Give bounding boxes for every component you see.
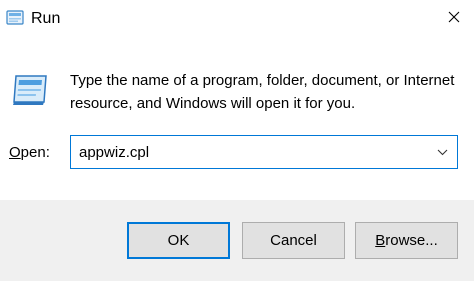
browse-button[interactable]: Browse... (355, 222, 458, 259)
open-input[interactable]: appwiz.cpl (79, 143, 149, 163)
cancel-button[interactable]: Cancel (242, 222, 345, 259)
button-bar: OK Cancel Browse... (0, 200, 474, 281)
ok-button[interactable]: OK (127, 222, 230, 259)
browse-accelerator: B (375, 232, 386, 249)
chevron-down-icon (437, 143, 448, 161)
instruction-text: Type the name of a program, folder, docu… (70, 72, 455, 112)
close-icon (448, 10, 460, 28)
open-label-accelerator: O (9, 144, 21, 161)
browse-label: rowse... (385, 232, 438, 249)
close-button[interactable] (434, 0, 474, 38)
dropdown-button[interactable] (431, 136, 453, 168)
window-title: Run (31, 10, 61, 27)
dialog-body: Type the name of a program, folder, docu… (0, 38, 474, 200)
run-dialog-icon (6, 10, 24, 25)
open-combobox[interactable]: appwiz.cpl (70, 135, 458, 169)
open-label: Open: (9, 143, 50, 163)
open-label-text: pen: (20, 144, 50, 161)
run-dialog-icon (10, 72, 50, 108)
title-bar[interactable]: Run (0, 0, 474, 38)
